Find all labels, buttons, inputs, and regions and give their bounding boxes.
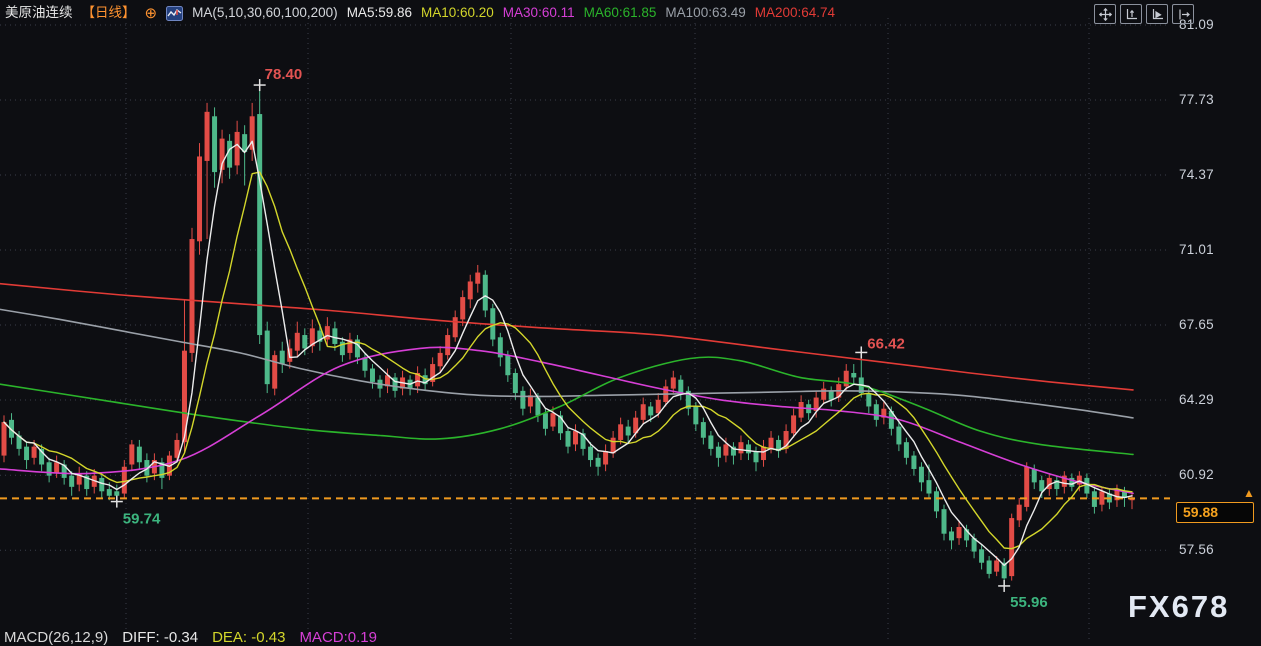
x-axis-scale-button[interactable] xyxy=(1146,4,1168,24)
symbol-name: 美原油连续 xyxy=(5,4,73,22)
candlestick-chart[interactable]: 78.40 66.42 59.74 55.96 xyxy=(0,0,1261,642)
price-axis-label: 60.92 xyxy=(1179,467,1249,482)
high-price-label: 66.42 xyxy=(867,335,905,352)
price-axis-label: 71.01 xyxy=(1179,242,1249,257)
low-price-label: 55.96 xyxy=(1010,594,1048,611)
y-axis-scale-button[interactable] xyxy=(1120,4,1142,24)
macd-dea-value: DEA: -0.43 xyxy=(212,629,285,646)
watermark: FX678 xyxy=(1128,589,1229,625)
ma200-value: MA200:64.74 xyxy=(755,4,835,22)
collapse-right-button[interactable] xyxy=(1172,4,1194,24)
price-axis-label: 67.65 xyxy=(1179,317,1249,332)
ma30-value: MA30:60.11 xyxy=(503,4,575,22)
macd-value: MACD:0.19 xyxy=(299,629,377,646)
trading-chart-page: { "header": { "symbol": "美原油连续", "period… xyxy=(0,0,1261,642)
collapse-right-icon xyxy=(1177,8,1190,21)
macd-diff-value: DIFF: -0.34 xyxy=(122,629,198,646)
price-axis-label: 57.56 xyxy=(1179,542,1249,557)
ma10-value: MA10:60.20 xyxy=(421,4,494,22)
add-indicator-icon[interactable]: ⊕ xyxy=(145,6,158,21)
last-price-tag: 59.88 xyxy=(1176,502,1254,523)
x-axis-scale-icon xyxy=(1151,8,1164,21)
low-price-label: 59.74 xyxy=(123,511,161,528)
ma60-value: MA60:61.85 xyxy=(584,4,657,22)
kline-style-icon[interactable] xyxy=(166,6,183,21)
price-axis-label: 74.37 xyxy=(1179,167,1249,182)
arrow-up-icon: ▲ xyxy=(1243,487,1255,499)
ma100-value: MA100:63.49 xyxy=(665,4,745,22)
high-price-label: 78.40 xyxy=(265,66,303,83)
price-axis-label: 77.73 xyxy=(1179,92,1249,107)
macd-legend: MACD(26,12,9) DIFF: -0.34 DEA: -0.43 MAC… xyxy=(4,629,377,646)
chart-toolbar xyxy=(1094,4,1194,24)
last-price-value: 59.88 xyxy=(1183,504,1218,520)
y-axis-scale-icon xyxy=(1125,8,1138,21)
period-label[interactable]: 【日线】 xyxy=(82,4,136,22)
macd-params-label: MACD(26,12,9) xyxy=(4,629,108,646)
pan-tool-button[interactable] xyxy=(1094,4,1116,24)
ma-settings-label[interactable]: MA(5,10,30,60,100,200) xyxy=(192,4,338,22)
ma5-value: MA5:59.86 xyxy=(347,4,412,22)
chart-header: 美原油连续 【日线】 ⊕ MA(5,10,30,60,100,200) MA5:… xyxy=(5,4,835,22)
pan-tool-icon xyxy=(1099,8,1112,21)
price-axis-label: 64.29 xyxy=(1179,392,1249,407)
